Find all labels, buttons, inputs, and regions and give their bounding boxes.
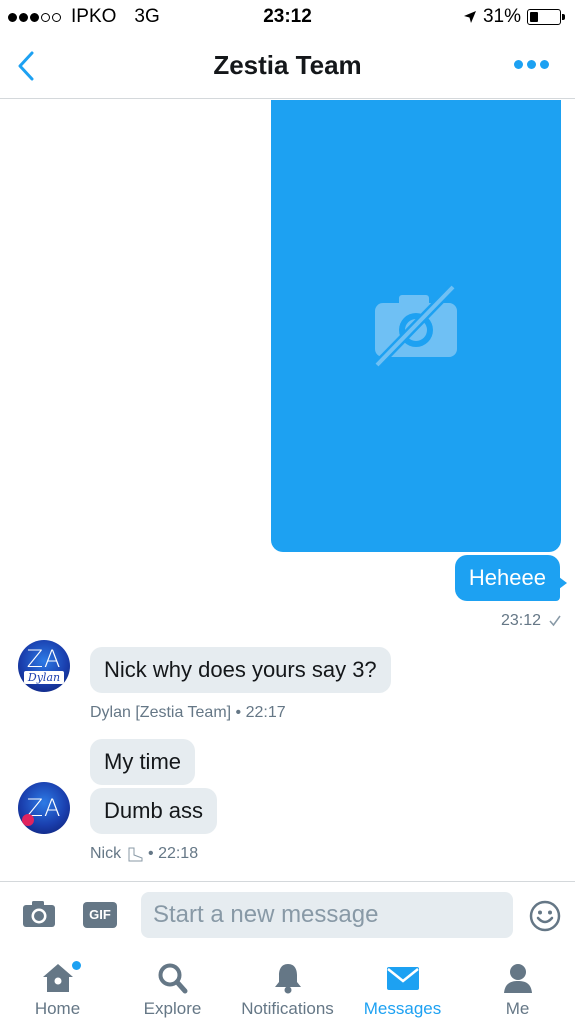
battery-percent: 31%	[482, 6, 521, 27]
smiley-icon	[529, 900, 561, 932]
message-input[interactable]	[141, 892, 513, 938]
search-icon	[155, 961, 191, 995]
tab-home[interactable]: Home	[0, 947, 115, 1024]
sent-image-placeholder[interactable]	[271, 100, 561, 552]
tab-label: Me	[505, 999, 530, 1018]
tab-label: Home	[34, 999, 81, 1018]
sent-message-bubble[interactable]: Heheee	[454, 555, 568, 601]
tab-notifications[interactable]: Notifications	[230, 947, 345, 1024]
message-composer: GIF	[0, 881, 575, 947]
location-arrow-icon	[463, 11, 476, 23]
sent-message-meta: 23:12	[501, 612, 561, 630]
avatar-dylan[interactable]: ZA Dylan	[18, 640, 70, 692]
received-message-bubble[interactable]: My time	[90, 739, 195, 785]
tab-label: Explore	[143, 999, 202, 1018]
tab-explore[interactable]: Explore	[115, 947, 230, 1024]
sender-name: Nick	[90, 845, 122, 862]
sender-name: Dylan [Zestia Team]	[90, 704, 232, 721]
person-icon	[500, 961, 536, 995]
more-dot	[540, 60, 549, 69]
camera-button[interactable]	[22, 899, 56, 929]
received-message-meta: Nick • 22:18	[90, 845, 199, 862]
avatar-name: Dylan	[23, 671, 65, 684]
received-message-bubble[interactable]: Nick why does yours say 3?	[90, 647, 391, 693]
status-bar: IPKO 3G 23:12 31%	[0, 0, 575, 34]
avatar-badge	[22, 814, 34, 826]
status-right: 31%	[463, 6, 565, 28]
emoji-boot-icon	[128, 847, 143, 862]
tab-messages[interactable]: Messages	[345, 947, 460, 1024]
message-list[interactable]: Heheee 23:12 ZA Dylan Nick why does your…	[0, 100, 575, 880]
tab-bar: Home Explore Notifications Messages Me	[0, 947, 575, 1024]
home-icon	[40, 961, 76, 995]
avatar-initials: ZA	[26, 645, 62, 673]
received-message-bubble[interactable]: Dumb ass	[90, 788, 218, 834]
message-time: 22:17	[245, 704, 286, 721]
tab-label: Notifications	[241, 999, 334, 1018]
battery-icon	[527, 9, 565, 25]
bell-icon	[270, 961, 306, 995]
gif-button[interactable]: GIF	[83, 902, 117, 928]
new-content-badge	[72, 961, 81, 970]
tab-label: Messages	[363, 999, 442, 1018]
received-message-meta: Dylan [Zestia Team] • 22:17	[90, 704, 286, 721]
battery-fill	[530, 12, 538, 22]
more-dot	[514, 60, 523, 69]
more-options-button[interactable]	[510, 56, 553, 73]
message-time: 22:18	[158, 845, 199, 862]
tab-me[interactable]: Me	[460, 947, 575, 1024]
camera-icon	[23, 901, 55, 927]
camera-off-icon	[373, 283, 457, 369]
nav-header: Zestia Team	[0, 34, 575, 99]
sent-time: 23:12	[500, 612, 541, 629]
avatar-nick[interactable]: ZA	[18, 782, 70, 834]
checkmark-icon	[549, 615, 561, 627]
more-dot	[527, 60, 536, 69]
emoji-button[interactable]	[529, 900, 561, 932]
conversation-title: Zestia Team	[213, 50, 362, 80]
envelope-icon	[385, 961, 421, 995]
